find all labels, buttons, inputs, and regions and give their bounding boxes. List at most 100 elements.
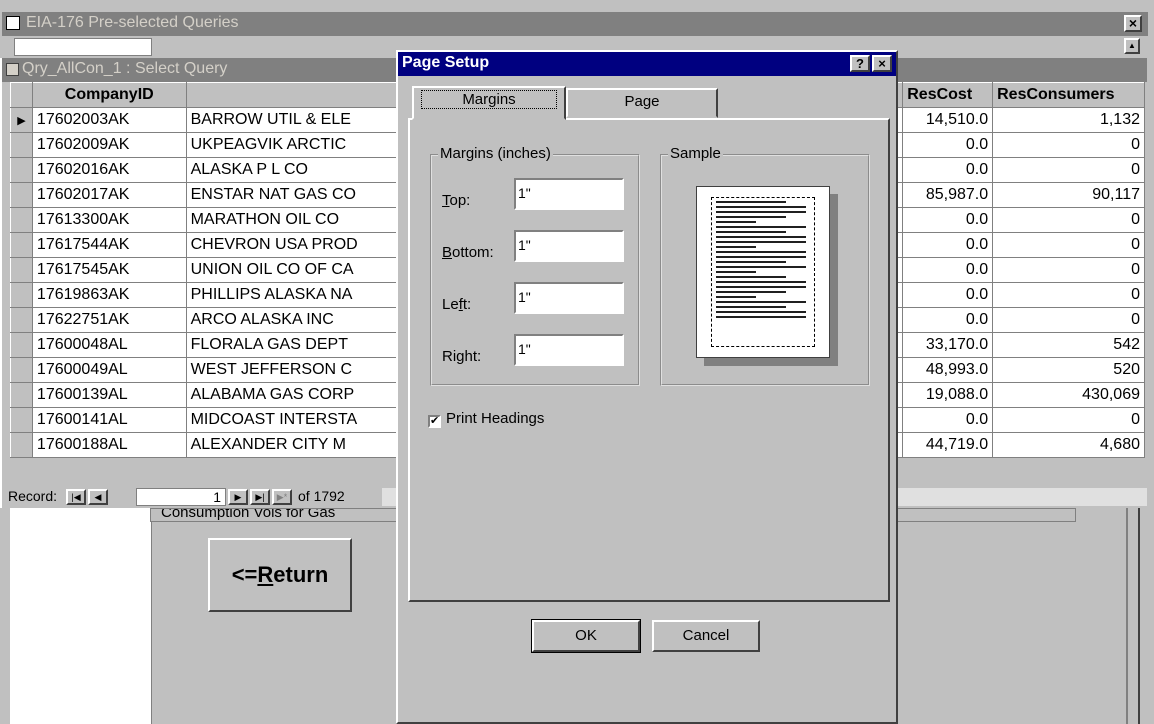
cell-rescost[interactable]: 44,719.0 bbox=[902, 432, 994, 458]
bottom-margin-input[interactable]: 1" bbox=[514, 230, 624, 262]
cell-companyid[interactable]: 17613300AK bbox=[31, 207, 187, 233]
cell-rescost[interactable]: 0.0 bbox=[902, 257, 994, 283]
sample-text-line bbox=[716, 296, 756, 298]
select-all-corner[interactable] bbox=[10, 82, 33, 108]
help-icon[interactable]: ? bbox=[850, 55, 870, 72]
current-record-indicator[interactable]: ▶ bbox=[10, 107, 33, 133]
cell-resconsumers[interactable]: 4,680 bbox=[992, 432, 1145, 458]
sample-text-line bbox=[716, 266, 806, 268]
record-selector[interactable] bbox=[10, 382, 33, 408]
record-selector[interactable] bbox=[10, 207, 33, 233]
form-combo-box[interactable] bbox=[14, 38, 152, 56]
cell-rescost[interactable]: 19,088.0 bbox=[902, 382, 994, 408]
tab-margins[interactable]: Margins bbox=[412, 86, 566, 120]
left-margin-label: Left: bbox=[442, 296, 472, 313]
record-selector[interactable] bbox=[10, 282, 33, 308]
record-selector[interactable] bbox=[10, 132, 33, 158]
cell-rescost[interactable]: 0.0 bbox=[902, 132, 994, 158]
top-margin-input[interactable]: 1" bbox=[514, 178, 624, 210]
prev-record-icon[interactable]: ◀ bbox=[88, 489, 108, 505]
cell-companyid[interactable]: 17617545AK bbox=[31, 257, 187, 283]
cell-companyid[interactable]: 17600049AL bbox=[31, 357, 187, 383]
close-icon[interactable]: × bbox=[1124, 15, 1142, 32]
return-button[interactable]: <=Return bbox=[208, 538, 352, 612]
cell-rescost[interactable]: 0.0 bbox=[902, 207, 994, 233]
cell-companyid[interactable]: 17600139AL bbox=[31, 382, 187, 408]
record-selector[interactable] bbox=[10, 407, 33, 433]
cell-resconsumers[interactable]: 0 bbox=[992, 257, 1145, 283]
ok-button[interactable]: OK bbox=[531, 619, 641, 653]
cell-companyid[interactable]: 17622751AK bbox=[31, 307, 187, 333]
next-record-icon[interactable]: ▶ bbox=[228, 489, 248, 505]
cell-companyid[interactable]: 17600048AL bbox=[31, 332, 187, 358]
scroll-up-icon[interactable]: ▲ bbox=[1124, 38, 1140, 54]
record-selector[interactable] bbox=[10, 432, 33, 458]
dialog-titlebar[interactable]: Page Setup ? × bbox=[398, 52, 896, 76]
print-headings-label: Print Headings bbox=[446, 410, 545, 427]
record-selector[interactable] bbox=[10, 307, 33, 333]
cell-resconsumers[interactable]: 90,117 bbox=[992, 182, 1145, 208]
column-header[interactable]: ResConsumers bbox=[992, 82, 1145, 108]
cell-resconsumers[interactable]: 0 bbox=[992, 157, 1145, 183]
sample-text-line bbox=[716, 236, 806, 238]
record-selector[interactable] bbox=[10, 257, 33, 283]
top-margin-label: Top: bbox=[442, 192, 471, 209]
cell-resconsumers[interactable]: 430,069 bbox=[992, 382, 1145, 408]
cell-resconsumers[interactable]: 0 bbox=[992, 232, 1145, 258]
record-selector[interactable] bbox=[10, 232, 33, 258]
close-icon[interactable]: × bbox=[872, 55, 892, 72]
cell-rescost[interactable]: 0.0 bbox=[902, 282, 994, 308]
cell-companyid[interactable]: 17600188AL bbox=[31, 432, 187, 458]
form-vertical-scrollbar[interactable] bbox=[1126, 508, 1140, 724]
record-selector[interactable] bbox=[10, 357, 33, 383]
last-record-icon[interactable]: ▶| bbox=[250, 489, 270, 505]
tab-page[interactable]: Page bbox=[566, 88, 718, 118]
cell-companyid[interactable]: 17602016AK bbox=[31, 157, 187, 183]
form-titlebar[interactable]: EIA-176 Pre-selected Queries × bbox=[2, 12, 1148, 36]
print-headings-checkbox[interactable]: ✔ bbox=[428, 415, 441, 428]
cell-rescost[interactable]: 48,993.0 bbox=[902, 357, 994, 383]
record-selector[interactable] bbox=[10, 157, 33, 183]
cell-rescost[interactable]: 0.0 bbox=[902, 407, 994, 433]
column-header[interactable]: ResCost bbox=[902, 82, 994, 108]
cell-resconsumers[interactable]: 0 bbox=[992, 307, 1145, 333]
return-prefix: <= bbox=[231, 562, 258, 587]
record-count: of 1792 bbox=[298, 488, 345, 504]
cell-companyid[interactable]: 17619863AK bbox=[31, 282, 187, 308]
cell-companyid[interactable]: 17602003AK bbox=[31, 107, 187, 133]
first-record-icon[interactable]: |◀ bbox=[66, 489, 86, 505]
cell-resconsumers[interactable]: 1,132 bbox=[992, 107, 1145, 133]
cell-companyid[interactable]: 17602017AK bbox=[31, 182, 187, 208]
cell-resconsumers[interactable]: 0 bbox=[992, 132, 1145, 158]
cell-rescost[interactable]: 14,510.0 bbox=[902, 107, 994, 133]
cell-companyid[interactable]: 17600141AL bbox=[31, 407, 187, 433]
right-margin-input[interactable]: 1" bbox=[514, 334, 624, 366]
cell-rescost[interactable]: 0.0 bbox=[902, 232, 994, 258]
record-selector[interactable] bbox=[10, 182, 33, 208]
cell-resconsumers[interactable]: 0 bbox=[992, 207, 1145, 233]
left-margin-input[interactable]: 1" bbox=[514, 282, 624, 314]
sample-text-line bbox=[716, 316, 806, 318]
cell-companyid[interactable]: 17617544AK bbox=[31, 232, 187, 258]
sample-text-line bbox=[716, 246, 756, 248]
tab-margins-label: Margins bbox=[421, 90, 557, 109]
bottom-margin-label: Bottom: bbox=[442, 244, 494, 261]
new-record-icon[interactable]: ▶* bbox=[272, 489, 292, 505]
margins-tab-panel: Margins (inches) Top: 1" Bottom: 1" Left… bbox=[408, 118, 890, 602]
sample-text-line bbox=[716, 231, 786, 233]
column-header[interactable]: CompanyID bbox=[31, 82, 187, 108]
cell-rescost[interactable]: 85,987.0 bbox=[902, 182, 994, 208]
record-selector[interactable] bbox=[10, 332, 33, 358]
cell-rescost[interactable]: 0.0 bbox=[902, 307, 994, 333]
cell-companyid[interactable]: 17602009AK bbox=[31, 132, 187, 158]
cell-rescost[interactable]: 0.0 bbox=[902, 157, 994, 183]
cancel-button[interactable]: Cancel bbox=[652, 620, 760, 652]
cell-resconsumers[interactable]: 0 bbox=[992, 282, 1145, 308]
form-list-panel[interactable] bbox=[10, 508, 152, 724]
print-headings-option[interactable]: ✔ Print Headings bbox=[428, 410, 544, 428]
cell-resconsumers[interactable]: 520 bbox=[992, 357, 1145, 383]
cell-rescost[interactable]: 33,170.0 bbox=[902, 332, 994, 358]
cell-resconsumers[interactable]: 0 bbox=[992, 407, 1145, 433]
cell-resconsumers[interactable]: 542 bbox=[992, 332, 1145, 358]
record-number-input[interactable]: 1 bbox=[136, 488, 226, 506]
